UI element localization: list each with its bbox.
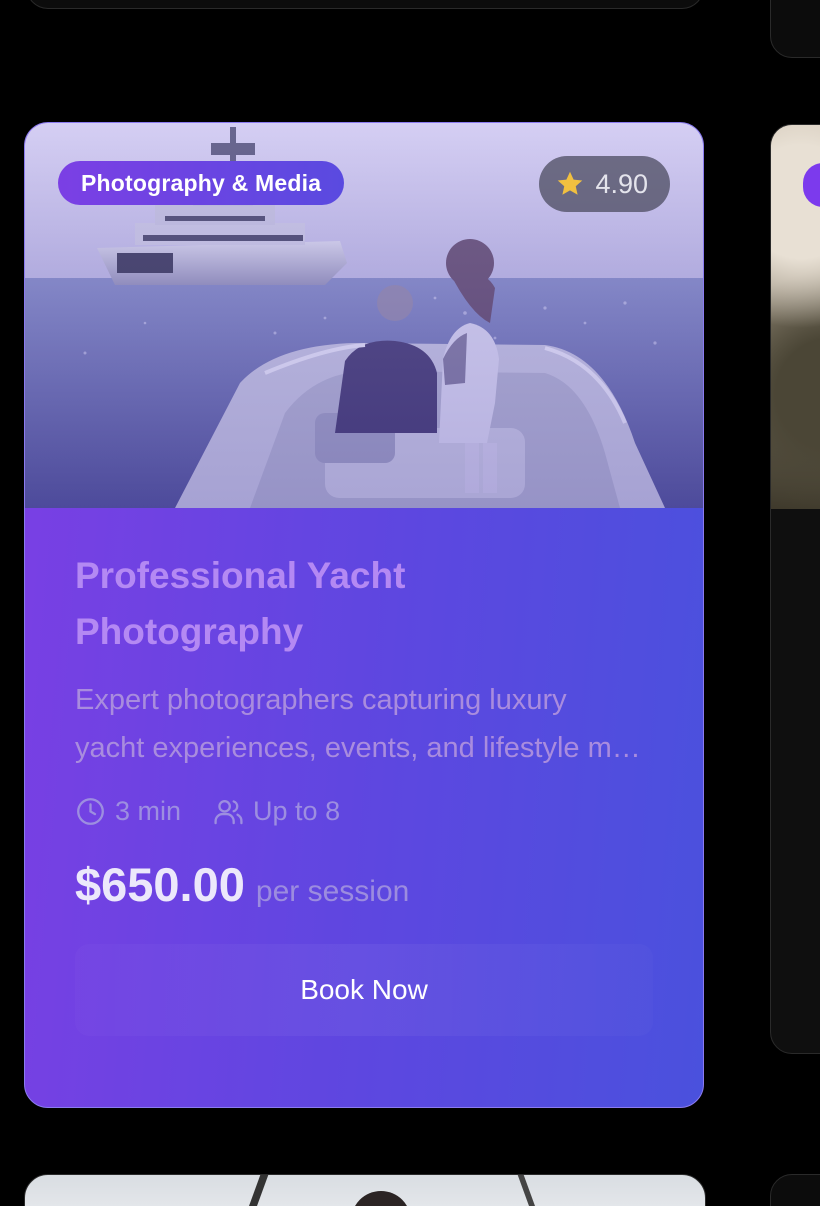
duration-value: 3 min	[115, 796, 182, 826]
service-card-previous-right[interactable]	[770, 0, 820, 58]
capacity: Up to 8	[213, 796, 340, 827]
price: $650.00	[75, 858, 245, 911]
service-title: Professional Yacht Photography	[75, 555, 406, 652]
card-body: Professional Yacht Photography Expert ph…	[25, 508, 703, 1036]
service-description: Expert photographers capturing luxury ya…	[75, 676, 653, 772]
image-detail	[245, 1175, 269, 1206]
service-meta: 3 min Up to 8	[75, 796, 653, 827]
category-badge: Photography & Media	[58, 161, 345, 205]
image-detail	[351, 1191, 411, 1206]
service-card[interactable]: Photography & Media 4.90 Professional Ya…	[24, 122, 704, 1108]
rating-badge: 4.90	[539, 156, 670, 212]
price-unit: per session	[255, 875, 410, 908]
rating-value: 4.90	[595, 168, 648, 199]
service-image: Photography & Media 4.90	[25, 123, 703, 508]
services-grid: Photography & Media 4.90 Professional Ya…	[0, 0, 820, 1206]
service-card-below-right[interactable]	[770, 1174, 820, 1206]
service-card-next[interactable]	[770, 124, 820, 1054]
description-line-1: Expert photographers capturing luxury	[75, 684, 567, 716]
clock-icon	[77, 798, 104, 825]
duration: 3 min	[75, 796, 181, 827]
capacity-value: Up to 8	[253, 796, 341, 826]
service-card-previous[interactable]	[26, 0, 704, 9]
image-detail	[517, 1175, 539, 1206]
price-row: $650.00 per session	[75, 857, 653, 912]
users-icon	[214, 800, 243, 825]
description-line-2: yacht experiences, events, and lifestyle…	[75, 732, 653, 764]
book-now-button[interactable]: Book Now	[75, 944, 653, 1036]
service-card-below[interactable]	[24, 1174, 706, 1206]
star-icon	[558, 171, 583, 195]
